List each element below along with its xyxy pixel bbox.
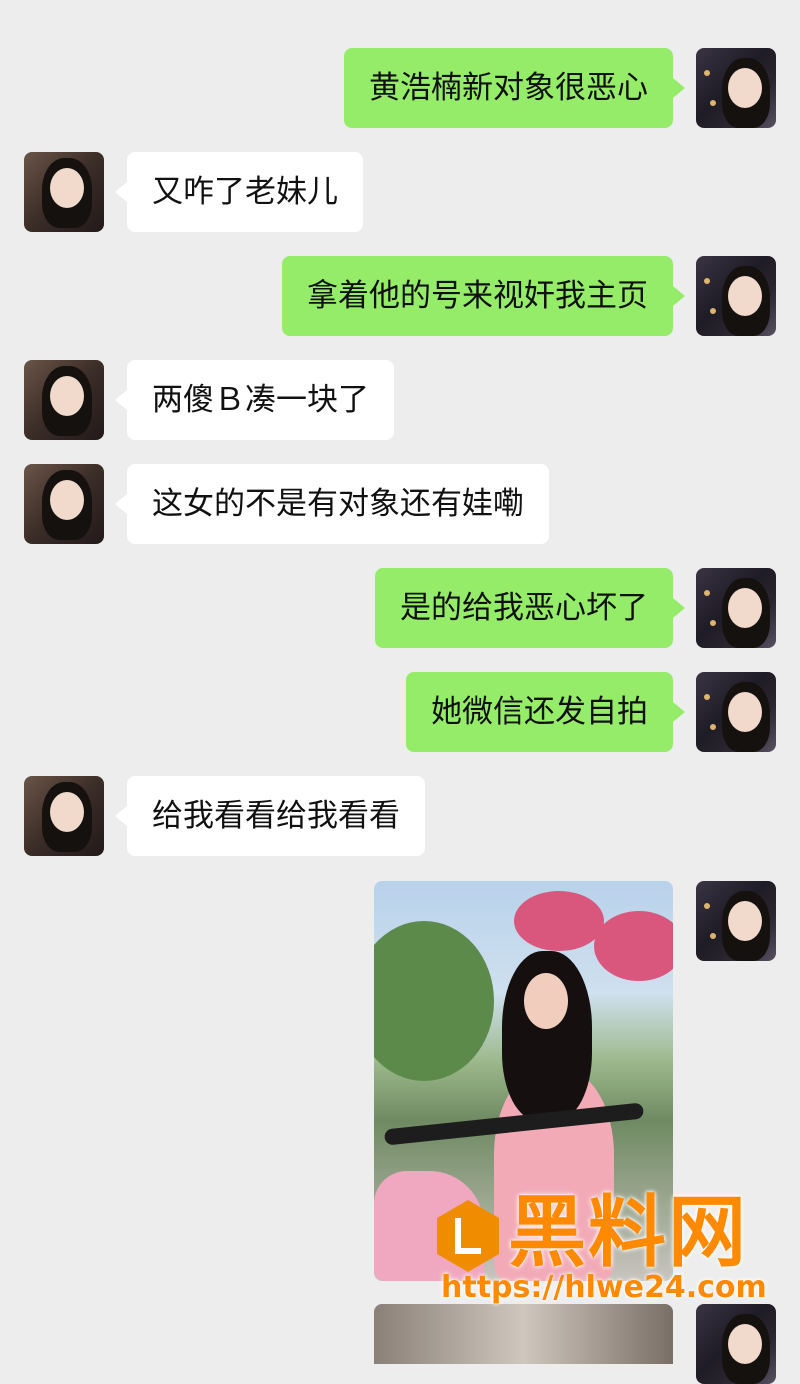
message-bubble-sent[interactable]: 是的给我恶心坏了 [375, 568, 685, 648]
message-bubble-sent[interactable]: 黄浩楠新对象很恶心 [344, 48, 685, 128]
message-bubble-sent[interactable]: 拿着他的号来视奸我主页 [282, 256, 685, 336]
photo-flowers [514, 891, 604, 951]
avatar-light [704, 903, 710, 909]
watermark-url: https://hlwe24.com [441, 1270, 767, 1305]
avatar-face [728, 1324, 762, 1364]
avatar-face [728, 68, 762, 108]
contact-avatar[interactable] [24, 360, 104, 440]
avatar-face [50, 376, 84, 416]
photo-person-face [524, 973, 568, 1029]
image-message-photo[interactable] [374, 1304, 673, 1364]
contact-avatar[interactable] [24, 152, 104, 232]
avatar-light [704, 590, 710, 596]
message-bubble-received[interactable]: 这女的不是有对象还有娃嘞 [115, 464, 549, 544]
avatar-light [710, 724, 716, 730]
avatar-face [50, 792, 84, 832]
message-bubble-sent[interactable]: 她微信还发自拍 [406, 672, 685, 752]
avatar-face [728, 901, 762, 941]
message-bubble-received[interactable]: 给我看看给我看看 [115, 776, 425, 856]
contact-avatar[interactable] [24, 464, 104, 544]
avatar-light [704, 694, 710, 700]
message-bubble-received[interactable]: 又咋了老妹儿 [115, 152, 363, 232]
my-avatar[interactable] [696, 881, 776, 961]
watermark-title: 黑料网 [508, 1188, 749, 1278]
contact-avatar[interactable] [24, 776, 104, 856]
photo-tree [374, 921, 494, 1081]
avatar-light [710, 100, 716, 106]
my-avatar[interactable] [696, 568, 776, 648]
my-avatar[interactable] [696, 1304, 776, 1384]
avatar-face [50, 480, 84, 520]
avatar-face [728, 276, 762, 316]
avatar-light [704, 70, 710, 76]
my-avatar[interactable] [696, 672, 776, 752]
my-avatar[interactable] [696, 48, 776, 128]
avatar-face [728, 588, 762, 628]
message-bubble-received[interactable]: 两傻Ｂ凑一块了 [115, 360, 394, 440]
photo-flowers [594, 911, 673, 981]
avatar-light [710, 308, 716, 314]
avatar-light [704, 278, 710, 284]
avatar-light [710, 620, 716, 626]
avatar-light [710, 933, 716, 939]
avatar-face [50, 168, 84, 208]
avatar-face [728, 692, 762, 732]
my-avatar[interactable] [696, 256, 776, 336]
